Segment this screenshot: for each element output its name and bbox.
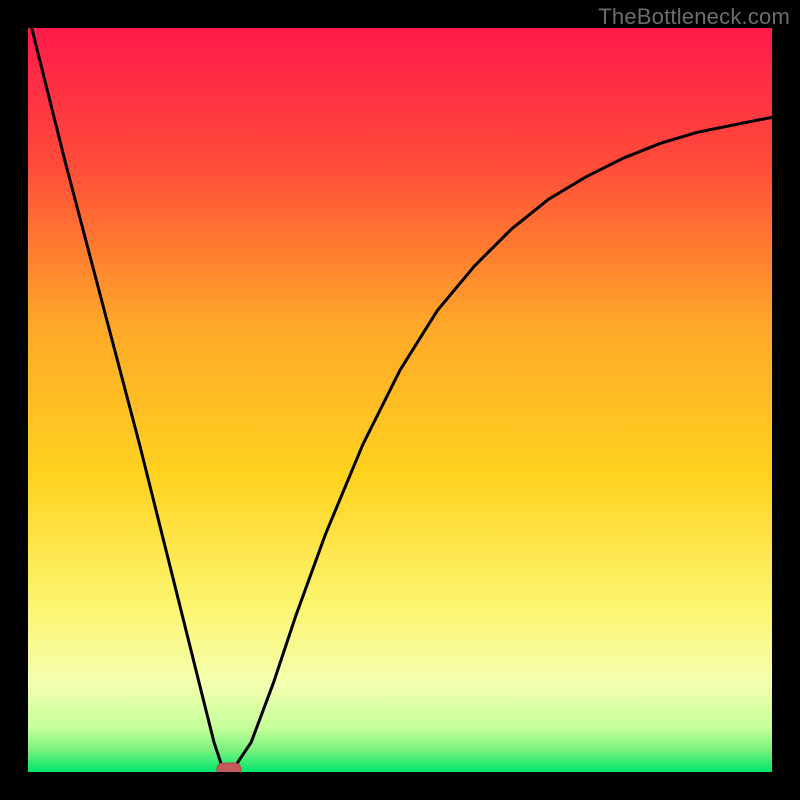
watermark-text: TheBottleneck.com xyxy=(598,4,790,30)
gradient-background xyxy=(28,28,772,772)
optimal-marker xyxy=(217,763,241,772)
bottleneck-chart xyxy=(28,28,772,772)
chart-frame xyxy=(28,28,772,772)
